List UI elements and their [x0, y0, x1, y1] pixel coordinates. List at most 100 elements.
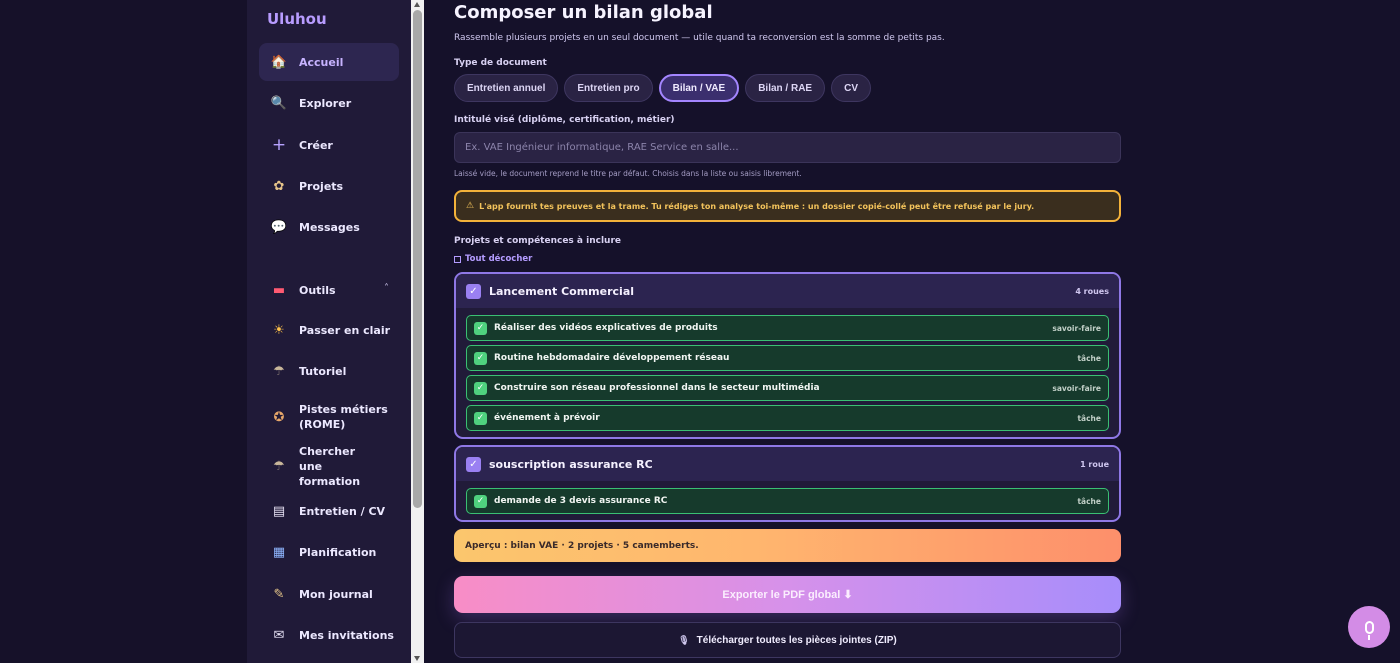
- sidebar-item-mon-journal[interactable]: ✎ Mon journal: [259, 575, 399, 613]
- item-label: Routine hebdomadaire développement résea…: [494, 353, 730, 363]
- compass-icon: ✪: [273, 409, 285, 425]
- item-label: événement à prévoir: [494, 413, 600, 423]
- sidebar-item-messages[interactable]: 💬 Messages: [259, 208, 399, 246]
- title-input[interactable]: [454, 132, 1121, 163]
- item-tag: savoir-faire: [1052, 323, 1101, 333]
- doc-type-option-bilan-rae[interactable]: Bilan / RAE: [745, 74, 826, 102]
- item-checkbox[interactable]: ✓: [474, 321, 487, 335]
- sidebar-item-label: Mon journal: [299, 587, 373, 601]
- home-icon: 🏠: [270, 54, 288, 70]
- toolbox-icon: ▬: [272, 282, 286, 298]
- warning-text: L'app fournit tes preuves et la trame. T…: [479, 201, 1035, 211]
- item-checkbox[interactable]: ✓: [474, 351, 487, 365]
- item-label: demande de 3 devis assurance RC: [494, 496, 668, 506]
- sidebar-item-explorer[interactable]: 🔍 Explorer: [259, 84, 399, 122]
- doc-type-option-entretien-pro[interactable]: Entretien pro: [564, 74, 653, 102]
- magnifier-icon: 🔍: [270, 95, 288, 111]
- sidebar-item-creer[interactable]: + Créer: [259, 126, 399, 164]
- lamp-icon: ☂: [273, 458, 285, 474]
- chevron-up-icon: ˄: [384, 283, 389, 294]
- project-checkbox[interactable]: ✓: [466, 283, 481, 299]
- sidebar-item-label: Passer en clair: [299, 323, 391, 337]
- sidebar-section-outils[interactable]: ▬ Outils ˄: [259, 271, 399, 309]
- doc-type-option-cv[interactable]: CV: [831, 74, 872, 102]
- preview-summary: Aperçu : bilan VAE · 2 projets · 5 camem…: [454, 529, 1121, 562]
- item-tag: savoir-faire: [1052, 383, 1101, 393]
- sidebar-item-label: Entretien / CV: [299, 504, 386, 518]
- ticket-icon: ✉: [273, 627, 285, 643]
- skill-item[interactable]: ✓ événement à prévoir tâche: [466, 405, 1109, 431]
- sidebar-item-label: Pistes métiers (ROME): [299, 403, 388, 431]
- scroll-down-arrow-icon[interactable]: [414, 656, 420, 661]
- page-title: Composer un bilan global: [454, 2, 713, 23]
- sidebar-item-planification[interactable]: ▦ Planification: [259, 533, 399, 571]
- toggle-all-label: Tout décocher: [465, 254, 533, 264]
- voice-assistant-button[interactable]: [1348, 606, 1390, 648]
- project-header[interactable]: ✓ Lancement Commercial 4 roues: [456, 274, 1119, 308]
- title-field-hint: Laissé vide, le document reprend le titr…: [454, 169, 802, 178]
- sidebar-item-label: Tutoriel: [299, 364, 347, 378]
- checkbox-outline-icon: [454, 255, 461, 263]
- document-icon: ▤: [272, 503, 286, 519]
- doc-type-label: Type de document: [454, 58, 547, 68]
- plus-icon: +: [271, 135, 287, 155]
- project-checkbox[interactable]: ✓: [466, 456, 481, 472]
- skill-item[interactable]: ✓ Routine hebdomadaire développement rés…: [466, 345, 1109, 371]
- download-zip-label: Télécharger toutes les pièces jointes (Z…: [696, 634, 897, 646]
- sidebar-item-label: Explorer: [299, 96, 352, 110]
- sidebar-item-label: Créer: [299, 138, 333, 152]
- title-field-label: Intitulé visé (diplôme, certification, m…: [454, 115, 675, 125]
- scroll-icon: ✎: [273, 586, 285, 602]
- warning-banner: ⚠ L'app fournit tes preuves et la trame.…: [454, 190, 1121, 222]
- sidebar-item-mes-invitations[interactable]: ✉ Mes invitations: [259, 616, 399, 654]
- export-pdf-button[interactable]: Exporter le PDF global ⬇: [454, 576, 1121, 613]
- microphone-icon: [1364, 620, 1374, 640]
- projects-label: Projets et compétences à inclure: [454, 236, 621, 246]
- brand-logo[interactable]: Uluhou: [267, 10, 327, 28]
- sidebar-item-projets[interactable]: ✿ Projets: [259, 167, 399, 205]
- warning-icon: ⚠: [466, 201, 475, 211]
- sidebar-item-pistes-metiers[interactable]: ✪ Pistes métiers (ROME): [259, 395, 399, 439]
- page-subtitle: Rassemble plusieurs projets en un seul d…: [454, 33, 945, 43]
- gear-flower-icon: ✿: [273, 178, 285, 194]
- project-card: ✓ souscription assurance RC 1 roue ✓ dem…: [454, 445, 1121, 522]
- speech-bubble-icon: 💬: [270, 219, 288, 235]
- sidebar-item-accueil[interactable]: 🏠 Accueil: [259, 43, 399, 81]
- sidebar-item-label: Mes invitations: [299, 628, 394, 642]
- sidebar-scrollbar[interactable]: [411, 0, 424, 663]
- skill-item[interactable]: ✓ demande de 3 devis assurance RC tâche: [466, 488, 1109, 514]
- project-name: souscription assurance RC: [489, 457, 653, 471]
- left-background: [0, 0, 247, 663]
- skill-item[interactable]: ✓ Construire son réseau professionnel da…: [466, 375, 1109, 401]
- doc-type-selector: Entretien annuel Entretien pro Bilan / V…: [454, 74, 872, 102]
- skill-item[interactable]: ✓ Réaliser des vidéos explicatives de pr…: [466, 315, 1109, 341]
- sidebar-item-entretien-cv[interactable]: ▤ Entretien / CV: [259, 492, 399, 530]
- project-header[interactable]: ✓ souscription assurance RC 1 roue: [456, 447, 1119, 481]
- item-tag: tâche: [1077, 496, 1101, 506]
- sidebar-item-label: Planification: [299, 545, 377, 559]
- doc-type-option-bilan-vae[interactable]: Bilan / VAE: [658, 74, 740, 102]
- project-name: Lancement Commercial: [489, 284, 635, 298]
- sidebar-item-tutoriel[interactable]: ☂ Tutoriel: [259, 352, 399, 390]
- sidebar-item-passer-en-clair[interactable]: ☀ Passer en clair: [259, 311, 399, 349]
- project-count: 1 roue: [1080, 459, 1109, 469]
- main-content: Composer un bilan global Rassemble plusi…: [424, 0, 1400, 663]
- item-label: Construire son réseau professionnel dans…: [494, 383, 820, 393]
- download-zip-button[interactable]: 🎙 Télécharger toutes les pièces jointes …: [454, 622, 1121, 658]
- project-count: 4 roues: [1075, 286, 1109, 296]
- sidebar-item-label: Accueil: [299, 55, 344, 69]
- item-label: Réaliser des vidéos explicatives de prod…: [494, 323, 718, 333]
- sidebar-section-label: Outils: [299, 283, 336, 297]
- doc-type-option-entretien-annuel[interactable]: Entretien annuel: [454, 74, 559, 102]
- scroll-up-arrow-icon[interactable]: [414, 2, 420, 7]
- item-checkbox[interactable]: ✓: [474, 381, 487, 395]
- sidebar-item-chercher-formation[interactable]: ☂ Chercher une formation: [259, 444, 399, 488]
- project-card: ✓ Lancement Commercial 4 roues ✓ Réalise…: [454, 272, 1121, 439]
- item-checkbox[interactable]: ✓: [474, 411, 487, 425]
- scrollbar-thumb[interactable]: [413, 10, 422, 508]
- project-items: ✓ Réaliser des vidéos explicatives de pr…: [456, 308, 1119, 437]
- item-tag: tâche: [1077, 353, 1101, 363]
- item-checkbox[interactable]: ✓: [474, 494, 487, 508]
- toggle-all-link[interactable]: Tout décocher: [454, 254, 532, 264]
- lamp-icon: ☂: [273, 363, 285, 379]
